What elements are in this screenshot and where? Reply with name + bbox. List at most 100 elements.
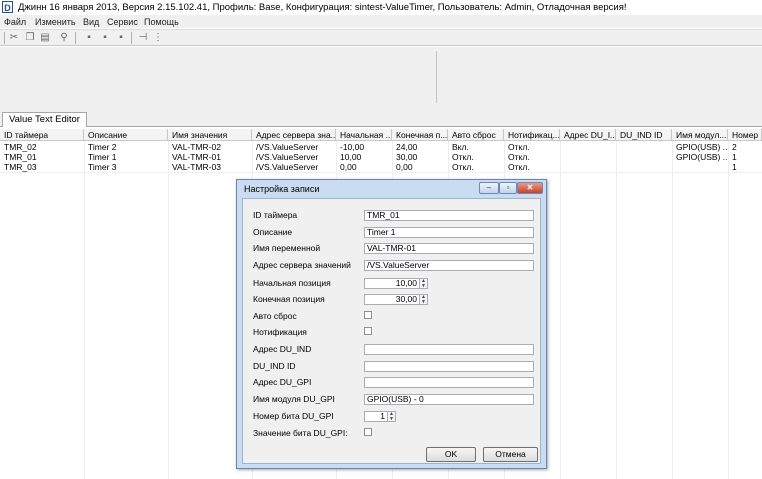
- start-position-spinner[interactable]: ▲ ▼: [420, 278, 428, 289]
- du-gpi-address-field[interactable]: [364, 377, 534, 388]
- grid-line: [616, 141, 617, 479]
- du-gpi-bit-label: Номер бита DU_GPI: [253, 411, 334, 421]
- grid-line: [0, 172, 762, 173]
- du-gpi-address-label: Адрес DU_GPI: [253, 377, 312, 387]
- pin-icon[interactable]: ⊣: [137, 32, 149, 44]
- column-header[interactable]: Адрес сервера зна...: [252, 129, 336, 141]
- menu-help[interactable]: Помощь: [144, 17, 179, 27]
- grid-line: [560, 141, 561, 479]
- table-row[interactable]: TMR_02 Timer 2 VAL-TMR-02 /VS.ValueServe…: [0, 142, 762, 152]
- panel-splitter[interactable]: [436, 51, 437, 103]
- column-header[interactable]: Имя значения: [168, 129, 252, 141]
- table-cell: 30,00: [396, 152, 418, 162]
- properties-icon[interactable]: ⋮: [152, 32, 164, 44]
- table-cell: [560, 152, 616, 162]
- table-cell: 1: [732, 162, 737, 172]
- grid-line: [728, 141, 729, 479]
- table-cell: VAL-TMR-03: [172, 162, 221, 172]
- align-center-icon[interactable]: ▪: [99, 32, 111, 44]
- ok-button[interactable]: OK: [426, 447, 476, 462]
- table-cell: 0,00: [340, 162, 357, 172]
- table-cell: TMR_01: [4, 152, 37, 162]
- toolbar-separator: [131, 32, 132, 44]
- close-button[interactable]: ✕: [517, 182, 543, 194]
- paste-icon[interactable]: ▤: [39, 32, 51, 44]
- timer-id-label: ID таймера: [253, 210, 298, 220]
- column-header[interactable]: Номер ...: [728, 129, 762, 141]
- start-position-field[interactable]: 10,00: [364, 278, 420, 289]
- table-cell: 0,00: [396, 162, 413, 172]
- column-header[interactable]: Описание: [84, 129, 168, 141]
- table-cell: Вкл.: [452, 142, 469, 152]
- du-gpi-bit-value-checkbox[interactable]: [364, 428, 372, 436]
- start-position-label: Начальная позиция: [253, 278, 331, 288]
- table-cell: VAL-TMR-02: [172, 142, 221, 152]
- table-cell: TMR_02: [4, 142, 37, 152]
- column-header[interactable]: Нотификац...: [504, 129, 560, 141]
- column-header[interactable]: ID таймера: [0, 129, 84, 141]
- table-cell: 10,00: [340, 152, 362, 162]
- column-header[interactable]: Адрес DU_I...: [560, 129, 616, 141]
- table-cell: GPIO(USB) ...: [676, 152, 728, 162]
- copy-icon[interactable]: ❐: [24, 32, 36, 44]
- du-ind-id-label: DU_IND ID: [253, 361, 296, 371]
- toolbar-separator: [4, 32, 5, 44]
- record-settings-dialog: Настройка записи – ▫ ✕ ID таймера TMR_01…: [236, 179, 547, 469]
- table-cell: [616, 162, 672, 172]
- table-cell: Откл.: [508, 142, 530, 152]
- du-gpi-bit-field[interactable]: 1: [364, 411, 388, 422]
- maximize-icon: ▫: [506, 183, 510, 192]
- table-cell: Откл.: [452, 152, 474, 162]
- server-address-field[interactable]: /VS.ValueServer: [364, 260, 534, 271]
- window-title: Джинн 16 января 2013, Версия 2.15.102.41…: [18, 2, 627, 13]
- align-right-icon[interactable]: ▪: [115, 32, 127, 44]
- minimize-button[interactable]: –: [479, 182, 499, 194]
- menu-file[interactable]: Файл: [4, 17, 26, 27]
- table-cell: [560, 162, 616, 172]
- menu-bar: Файл Изменить Вид Сервис Помощь: [0, 15, 762, 28]
- properties-panel: [0, 47, 762, 110]
- menu-edit[interactable]: Изменить: [35, 17, 76, 27]
- menu-view[interactable]: Вид: [83, 17, 99, 27]
- column-header[interactable]: Имя модул...: [672, 129, 728, 141]
- timer-id-field[interactable]: TMR_01: [364, 210, 534, 221]
- find-icon[interactable]: ⚲: [58, 32, 70, 44]
- maximize-button[interactable]: ▫: [499, 182, 517, 194]
- menu-service[interactable]: Сервис: [107, 17, 138, 27]
- cut-icon[interactable]: ✂: [8, 32, 20, 44]
- table-row[interactable]: TMR_03 Timer 3 VAL-TMR-03 /VS.ValueServe…: [0, 162, 762, 172]
- du-ind-address-field[interactable]: [364, 344, 534, 355]
- column-header[interactable]: Начальная ...: [336, 129, 392, 141]
- table-cell: TMR_03: [4, 162, 37, 172]
- table-cell: [672, 162, 728, 172]
- cancel-button[interactable]: Отмена: [483, 447, 538, 462]
- tab-strip: [0, 110, 762, 127]
- title-bar: D Джинн 16 января 2013, Версия 2.15.102.…: [0, 0, 762, 15]
- auto-reset-checkbox[interactable]: [364, 311, 372, 319]
- toolbar: ✂ ❐ ▤ ⚲ ▪ ▪ ▪ ⊣ ⋮: [0, 29, 762, 46]
- server-address-label: Адрес сервера значений: [253, 260, 351, 270]
- end-position-spinner[interactable]: ▲ ▼: [420, 294, 428, 305]
- table-cell: Откл.: [508, 162, 530, 172]
- column-header[interactable]: Конечная п...: [392, 129, 448, 141]
- close-icon: ✕: [526, 183, 534, 192]
- du-gpi-bit-spinner[interactable]: ▲ ▼: [388, 411, 396, 422]
- table-cell: /VS.ValueServer: [256, 152, 319, 162]
- column-header[interactable]: Авто сброс: [448, 129, 504, 141]
- table-row[interactable]: TMR_01 Timer 1 VAL-TMR-01 /VS.ValueServe…: [0, 152, 762, 162]
- column-header[interactable]: DU_IND ID: [616, 129, 672, 141]
- notification-checkbox[interactable]: [364, 327, 372, 335]
- grid-header: ID таймера Описание Имя значения Адрес с…: [0, 129, 762, 141]
- description-field[interactable]: Timer 1: [364, 227, 534, 238]
- du-gpi-module-field[interactable]: GPIO(USB) - 0: [364, 394, 534, 405]
- tab-value-text-editor[interactable]: Value Text Editor: [2, 112, 87, 127]
- align-left-icon[interactable]: ▪: [83, 32, 95, 44]
- du-gpi-module-label: Имя модуля DU_GPI: [253, 394, 335, 404]
- table-cell: 2: [732, 142, 737, 152]
- dialog-title: Настройка записи: [244, 184, 320, 194]
- du-ind-id-field[interactable]: [364, 361, 534, 372]
- toolbar-separator: [75, 32, 76, 44]
- var-name-label: Имя переменной: [253, 243, 321, 253]
- var-name-field[interactable]: VAL-TMR-01: [364, 243, 534, 254]
- end-position-field[interactable]: 30,00: [364, 294, 420, 305]
